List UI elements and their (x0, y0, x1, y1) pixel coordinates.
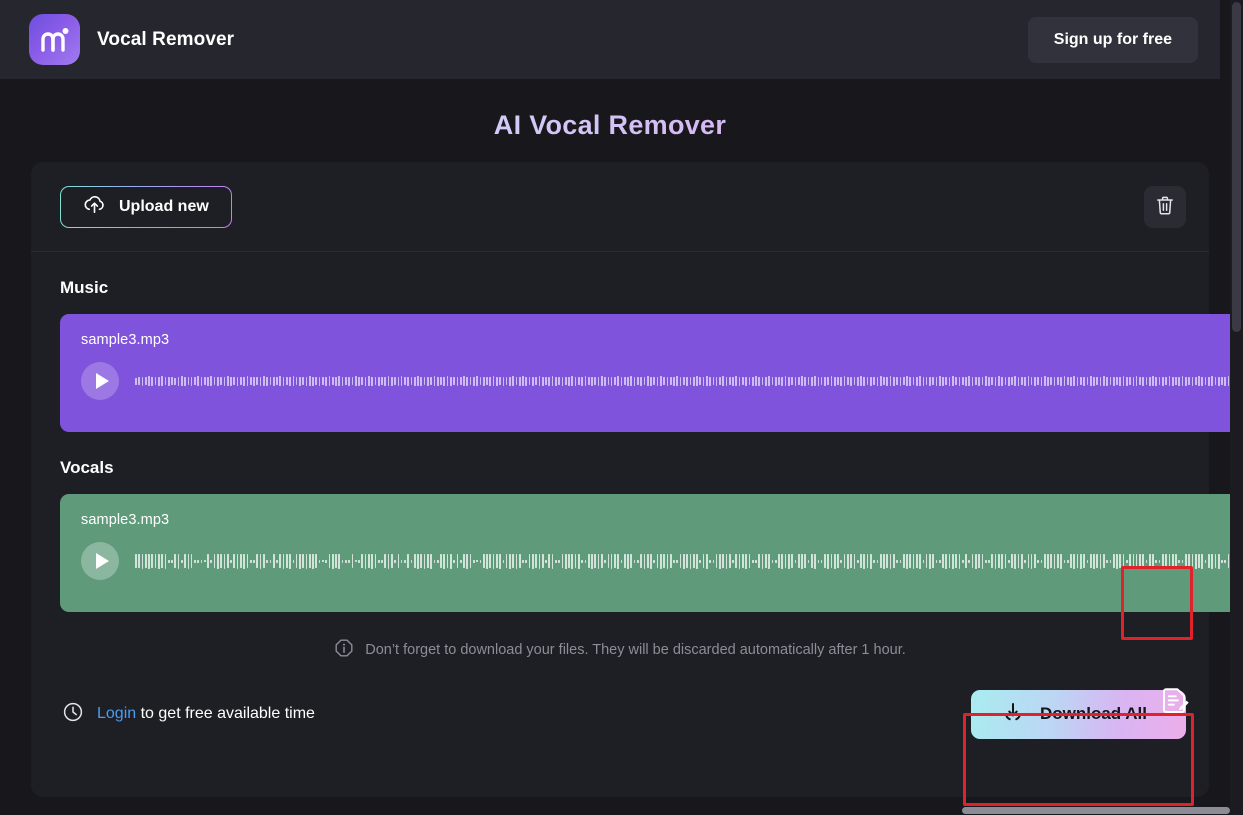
section-vocals: Vocals sample3.mp3 00:01:45 (31, 458, 1243, 612)
vertical-scrollbar-thumb[interactable] (1232, 2, 1241, 332)
track-row-music: sample3.mp3 00:01:45 (60, 314, 1243, 432)
download-all-wrap: Download All (970, 688, 1189, 739)
horizontal-scrollbar[interactable] (0, 806, 1230, 815)
main-card: Upload new Music sample3.mp3 Vocals samp… (31, 162, 1243, 797)
info-icon (334, 638, 354, 662)
section-label-music: Music (60, 278, 109, 297)
track-header-music: sample3.mp3 00:01:45 (81, 332, 1243, 348)
document-edit-icon[interactable] (1155, 682, 1195, 722)
brand-name: Vocal Remover (97, 28, 235, 50)
card-footer: Login to get free available time Downloa… (31, 684, 1209, 744)
brand[interactable]: Vocal Remover (29, 14, 234, 65)
play-icon (95, 373, 109, 389)
download-icon (1002, 701, 1024, 728)
section-label-vocals: Vocals (60, 458, 114, 477)
app-root: Vocal Remover Sign up for free AI Vocal … (0, 0, 1243, 815)
upload-row: Upload new (31, 162, 1209, 252)
download-all-label: Download All (1039, 704, 1147, 723)
app-header: Vocal Remover Sign up for free (0, 0, 1220, 79)
cloud-upload-icon (83, 194, 106, 219)
retention-notice: Don’t forget to download your files. The… (31, 638, 1209, 662)
track-filename-music: sample3.mp3 (81, 332, 170, 348)
section-music: Music sample3.mp3 00:01:45 (31, 278, 1243, 432)
page-title: AI Vocal Remover (0, 110, 1220, 141)
track-controls-music (81, 362, 1243, 400)
delete-all-holder (1144, 185, 1186, 228)
track-card-music[interactable]: sample3.mp3 00:01:45 (60, 314, 1243, 432)
trash-icon (1155, 195, 1175, 219)
horizontal-scrollbar-thumb[interactable] (962, 807, 1230, 814)
retention-notice-text: Don’t forget to download your files. The… (365, 642, 906, 658)
play-icon (95, 553, 109, 569)
login-link[interactable]: Login (97, 705, 136, 722)
play-button-music[interactable] (81, 362, 119, 400)
vertical-scrollbar[interactable] (1230, 0, 1243, 815)
trash-icon-button[interactable] (1144, 185, 1186, 228)
track-header-vocals: sample3.mp3 00:01:45 (81, 512, 1243, 528)
track-card-vocals[interactable]: sample3.mp3 00:01:45 (60, 494, 1243, 612)
upload-new-label: Upload new (119, 197, 209, 215)
media-io-logo-icon (29, 14, 80, 65)
sign-up-button[interactable]: Sign up for free (1027, 16, 1198, 63)
track-row-vocals: sample3.mp3 00:01:45 (60, 494, 1243, 612)
download-all-button[interactable]: Download All (970, 689, 1186, 739)
waveform-music[interactable] (135, 364, 1243, 398)
login-hint-rest: to get free available time (136, 705, 315, 722)
waveform-vocals[interactable] (135, 544, 1243, 578)
play-button-vocals[interactable] (81, 542, 119, 580)
upload-new-button[interactable]: Upload new (60, 186, 232, 228)
clock-icon (62, 701, 84, 728)
login-hint: Login to get free available time (62, 701, 315, 728)
track-controls-vocals (81, 542, 1243, 580)
track-filename-vocals: sample3.mp3 (81, 512, 170, 528)
